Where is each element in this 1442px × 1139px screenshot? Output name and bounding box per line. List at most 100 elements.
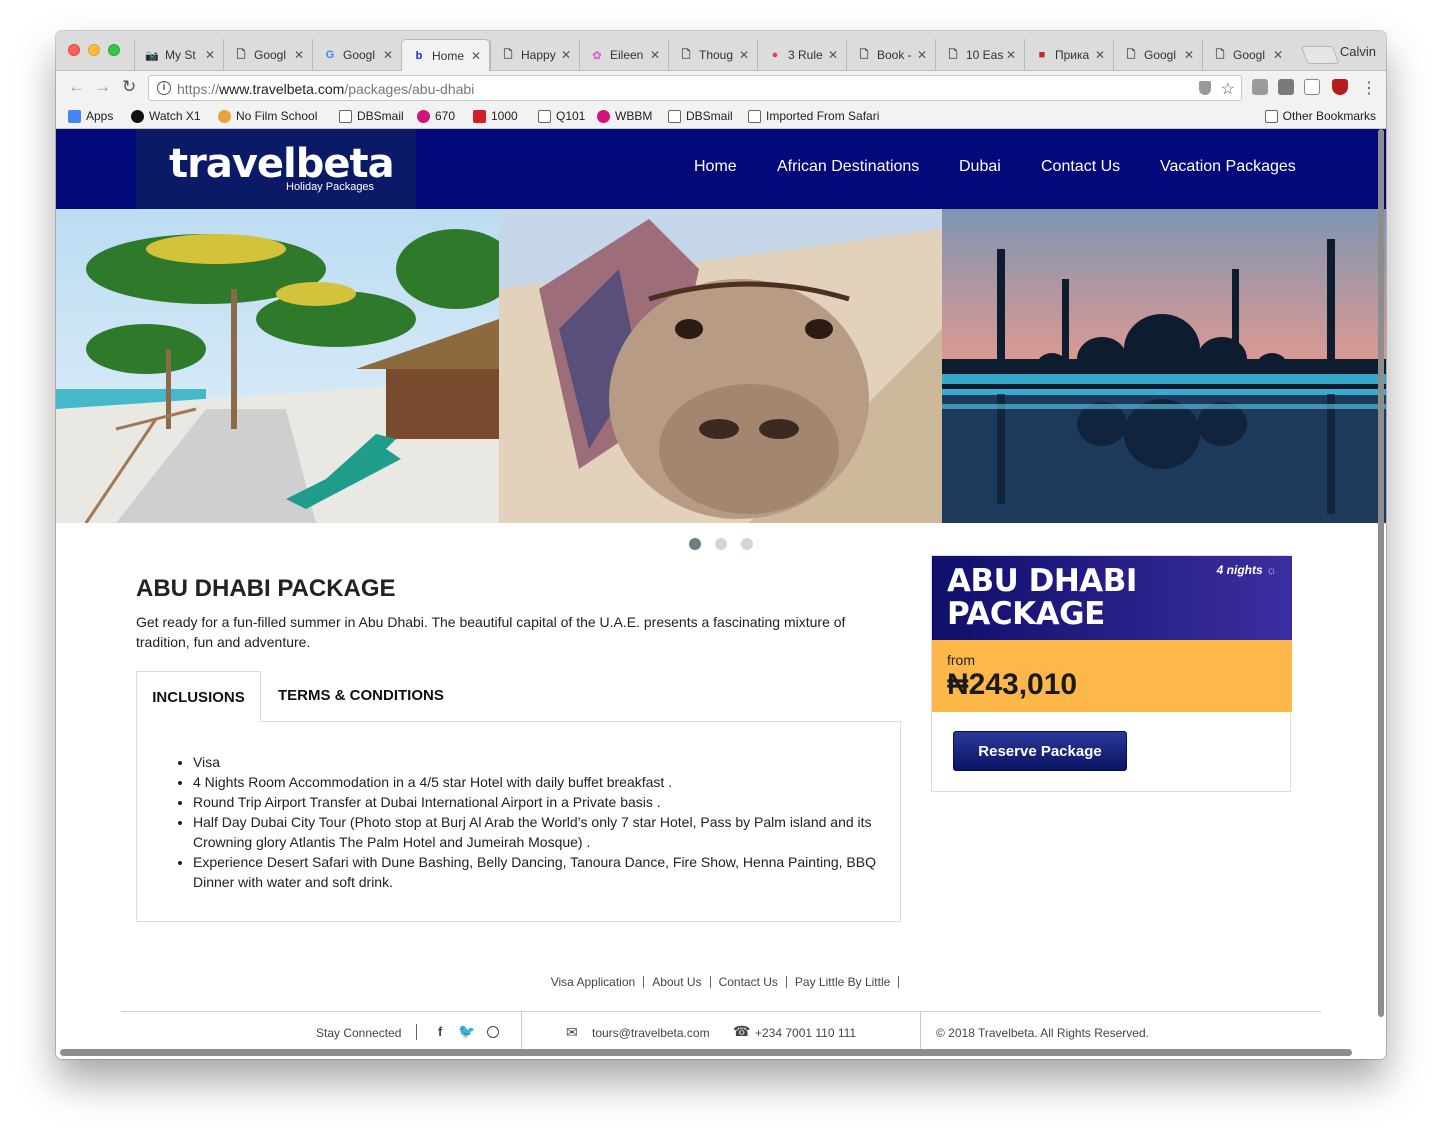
nav-dubai[interactable]: Dubai bbox=[959, 158, 1001, 176]
zoom-window-button[interactable] bbox=[108, 44, 120, 56]
site-logo[interactable]: travelbeta Holiday Packages bbox=[136, 129, 416, 209]
inclusions-panel: Visa4 Nights Room Accommodation in a 4/5… bbox=[136, 721, 901, 922]
page-icon: 🗋 bbox=[859, 48, 869, 61]
browser-tab[interactable]: 🗋 Googl ✕ bbox=[1113, 39, 1202, 71]
hero-image-mosque bbox=[942, 209, 1386, 523]
close-tab-icon[interactable]: ✕ bbox=[917, 48, 927, 62]
google-icon bbox=[339, 109, 352, 123]
nav-vacation-packages[interactable]: Vacation Packages bbox=[1160, 158, 1296, 176]
tab-title: Happy bbox=[521, 48, 556, 62]
hero-image-beach bbox=[56, 209, 499, 523]
nav-african-destinations[interactable]: African Destinations bbox=[777, 158, 919, 176]
bookmark-item[interactable]: 1000 bbox=[473, 109, 518, 123]
close-tab-icon[interactable]: ✕ bbox=[471, 49, 481, 63]
footer-phone[interactable]: +234 7001 110 111 bbox=[755, 1026, 856, 1040]
colorwheel-icon bbox=[218, 109, 231, 123]
browser-tab[interactable]: 🗋 Happy ✕ bbox=[490, 39, 579, 71]
bookmark-item[interactable]: Imported From Safari bbox=[748, 109, 879, 123]
new-tab-button[interactable] bbox=[1300, 46, 1340, 64]
browser-tab[interactable]: ■ Прика ✕ bbox=[1024, 39, 1113, 71]
browser-tab[interactable]: 🗋 10 Eas ✕ bbox=[935, 39, 1024, 71]
site-header: travelbeta Holiday Packages Home African… bbox=[56, 129, 1386, 209]
extension-icon[interactable] bbox=[1252, 79, 1268, 95]
bookmark-item[interactable]: Q101 bbox=[538, 109, 585, 123]
browser-tab[interactable]: 🗋 Googl ✕ bbox=[1202, 39, 1291, 71]
package-title: ABU DHABI PACKAGE bbox=[136, 575, 396, 602]
bookmark-item[interactable]: DBSmail bbox=[668, 109, 733, 123]
extension-icon[interactable] bbox=[1278, 79, 1294, 95]
browser-tab[interactable]: ✿ Eileen ✕ bbox=[579, 39, 668, 71]
tab-title: Thoug bbox=[699, 48, 734, 62]
ublock-icon[interactable] bbox=[1332, 79, 1348, 95]
browser-tab[interactable]: G Googl ✕ bbox=[312, 39, 401, 71]
bookmark-item[interactable]: 670 bbox=[417, 109, 455, 123]
footer-email[interactable]: tours@travelbeta.com bbox=[592, 1026, 710, 1040]
facebook-icon[interactable]: f bbox=[438, 1024, 442, 1039]
reload-icon[interactable]: ↻ bbox=[122, 77, 136, 97]
footer-link-pay-little[interactable]: Pay Little By Little bbox=[787, 976, 900, 988]
close-tab-icon[interactable]: ✕ bbox=[650, 48, 660, 62]
bookmark-item[interactable]: No Film School bbox=[218, 109, 317, 123]
bookmark-label: DBSmail bbox=[686, 109, 733, 123]
footer-bar: Stay Connected f 🐦 ✉ tours@travelbeta.co… bbox=[56, 1012, 1386, 1052]
address-url[interactable]: https://www.travelbeta.com/packages/abu-… bbox=[177, 81, 474, 97]
twitter-icon[interactable]: 🐦 bbox=[458, 1023, 475, 1040]
browser-tab[interactable]: 🗋 Thoug ✕ bbox=[668, 39, 757, 71]
browser-tab[interactable]: 🗋 Book - ✕ bbox=[846, 39, 935, 71]
stay-connected-label: Stay Connected bbox=[316, 1026, 402, 1040]
close-tab-icon[interactable]: ✕ bbox=[205, 48, 215, 62]
footer-link-visa[interactable]: Visa Application bbox=[543, 976, 645, 988]
slider-dot[interactable] bbox=[715, 538, 727, 550]
folder-icon bbox=[748, 109, 761, 123]
minimize-window-button[interactable] bbox=[88, 44, 100, 56]
close-tab-icon[interactable]: ✕ bbox=[739, 48, 749, 62]
close-tab-icon[interactable]: ✕ bbox=[828, 48, 838, 62]
nav-contact-us[interactable]: Contact Us bbox=[1041, 158, 1120, 176]
close-tab-icon[interactable]: ✕ bbox=[1006, 48, 1016, 62]
bookmark-label: DBSmail bbox=[357, 109, 404, 123]
close-tab-icon[interactable]: ✕ bbox=[383, 48, 393, 62]
other-bookmarks[interactable]: Other Bookmarks bbox=[1264, 109, 1376, 123]
close-tab-icon[interactable]: ✕ bbox=[561, 48, 571, 62]
google-icon: G bbox=[325, 49, 335, 61]
close-tab-icon[interactable]: ✕ bbox=[294, 48, 304, 62]
nav-home[interactable]: Home bbox=[694, 158, 737, 176]
forward-arrow-icon[interactable]: → bbox=[94, 77, 111, 97]
bookmark-star-icon[interactable]: ☆ bbox=[1221, 79, 1235, 99]
bookmark-label: Imported From Safari bbox=[766, 109, 880, 123]
bookmark-item[interactable]: DBSmail bbox=[339, 109, 404, 123]
bookmark-item[interactable]: WBBM bbox=[597, 109, 652, 123]
close-window-button[interactable] bbox=[68, 44, 80, 56]
back-arrow-icon[interactable]: ← bbox=[68, 77, 85, 97]
inclusion-item: Half Day Dubai City Tour (Photo stop at … bbox=[193, 812, 893, 852]
browser-tab[interactable]: 🗋 Googl ✕ bbox=[223, 39, 312, 71]
browser-tab[interactable]: b Home ✕ bbox=[401, 39, 490, 72]
page-icon: 🗋 bbox=[681, 48, 691, 61]
equalizer-icon[interactable] bbox=[1304, 79, 1320, 95]
menu-icon[interactable]: ⋮ bbox=[1361, 78, 1377, 98]
footer-link-about[interactable]: About Us bbox=[644, 976, 711, 988]
instagram-icon[interactable] bbox=[487, 1026, 499, 1038]
browser-tab[interactable]: 📷 My St ✕ bbox=[134, 39, 223, 71]
card-title: ABU DHABI PACKAGE bbox=[947, 563, 1137, 632]
close-tab-icon[interactable]: ✕ bbox=[1095, 48, 1105, 62]
blocked-content-icon[interactable] bbox=[1199, 81, 1211, 95]
tab-terms-conditions[interactable]: TERMS & CONDITIONS bbox=[278, 687, 444, 704]
tab-inclusions[interactable]: INCLUSIONS bbox=[136, 671, 261, 722]
footer-link-contact[interactable]: Contact Us bbox=[711, 976, 787, 988]
close-tab-icon[interactable]: ✕ bbox=[1184, 48, 1194, 62]
vertical-scrollbar[interactable] bbox=[1378, 129, 1384, 1017]
info-icon[interactable]: i bbox=[157, 81, 171, 95]
reserve-package-button[interactable]: Reserve Package bbox=[953, 731, 1127, 771]
browser-tab[interactable]: ● 3 Rule ✕ bbox=[757, 39, 846, 71]
horizontal-scrollbar[interactable] bbox=[60, 1049, 1352, 1056]
profile-name[interactable]: Calvin bbox=[1340, 44, 1376, 59]
close-tab-icon[interactable]: ✕ bbox=[1273, 48, 1283, 62]
bookmark-item[interactable]: Apps bbox=[68, 109, 113, 123]
bookmarks-bar: Other Bookmarks Apps Watch X1 No Film Scho… bbox=[56, 105, 1386, 129]
slider-dot[interactable] bbox=[741, 538, 753, 550]
apps-grid-icon bbox=[68, 109, 81, 123]
slider-dot[interactable] bbox=[689, 538, 701, 550]
address-bar[interactable]: i https://www.travelbeta.com/packages/ab… bbox=[148, 75, 1242, 101]
bookmark-item[interactable]: Watch X1 bbox=[131, 109, 201, 123]
